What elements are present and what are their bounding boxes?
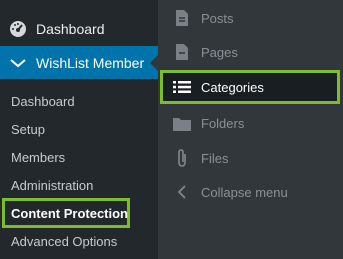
folder-icon — [172, 113, 192, 133]
sidebar-item-dashboard[interactable]: Dashboard — [0, 12, 158, 45]
wishlist-check-icon — [0, 57, 36, 69]
collapse-menu-label: Collapse menu — [201, 184, 288, 200]
submenu-item-advanced-options[interactable]: Advanced Options — [11, 234, 117, 250]
flyout-item-posts[interactable]: Posts — [158, 3, 343, 33]
flyout-item-folders[interactable]: Folders — [158, 108, 343, 138]
paperclip-icon — [172, 148, 192, 168]
sidebar-item-label: Dashboard — [36, 20, 105, 37]
flyout-item-label: Categories — [201, 79, 264, 95]
flyout-item-categories[interactable]: Categories — [158, 72, 343, 102]
submenu-item-administration[interactable]: Administration — [11, 178, 93, 194]
submenu-item-members[interactable]: Members — [11, 150, 65, 166]
active-menu-pointer — [150, 55, 158, 71]
flyout-item-label: Files — [201, 150, 229, 166]
submenu-item-content-protection[interactable]: Content Protection — [11, 206, 128, 222]
sidebar-item-wishlist-member[interactable]: WishList Member — [0, 46, 158, 79]
submenu-item-dashboard[interactable]: Dashboard — [11, 94, 75, 110]
collapse-menu-button[interactable]: Collapse menu — [158, 177, 343, 207]
flyout-item-pages[interactable]: Pages — [158, 37, 343, 67]
admin-sidebar: Dashboard WishList Member Dashboard Setu… — [0, 0, 158, 259]
flyout-item-label: Folders — [201, 115, 245, 131]
document-icon — [172, 8, 192, 28]
chevron-left-icon — [172, 182, 192, 202]
dashboard-gauge-icon — [0, 20, 36, 38]
sidebar-item-label: WishList Member — [36, 54, 145, 71]
flyout-item-label: Pages — [201, 44, 238, 60]
list-icon — [172, 77, 192, 97]
submenu-item-setup[interactable]: Setup — [11, 122, 45, 138]
page-icon — [172, 42, 192, 62]
flyout-menu: Posts Pages Categories Folders Files Col… — [158, 0, 343, 259]
flyout-item-label: Posts — [201, 10, 234, 26]
flyout-item-files[interactable]: Files — [158, 143, 343, 173]
